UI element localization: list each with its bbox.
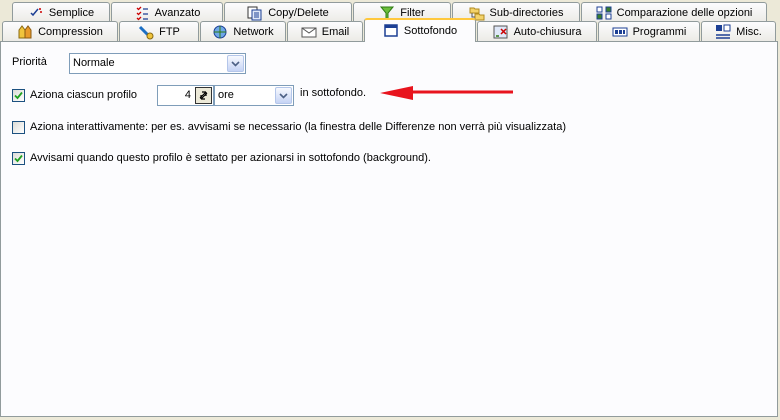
tab-label: Semplice bbox=[48, 6, 95, 19]
tab-network[interactable]: Network bbox=[200, 21, 286, 41]
tab-label: Misc. bbox=[736, 25, 762, 38]
auto-close-icon bbox=[493, 25, 508, 38]
notify-label: Avvisami quando questo profilo è settato… bbox=[30, 152, 431, 164]
run-each-label: Aziona ciascun profilo bbox=[30, 89, 138, 101]
tab-label: Sottofondo bbox=[403, 25, 458, 37]
tab-label: Network bbox=[233, 25, 274, 38]
tab-label: Filter bbox=[400, 6, 425, 19]
tab-label: FTP bbox=[159, 25, 180, 38]
tab-label: Sub-directories bbox=[489, 6, 564, 19]
tab-programmi[interactable]: Programmi bbox=[598, 21, 700, 41]
tab-label: Avanzato bbox=[154, 6, 201, 19]
checkmark-icon bbox=[14, 91, 23, 100]
tab-label: Email bbox=[321, 25, 350, 38]
priority-label: Priorità bbox=[12, 56, 47, 68]
tab-label: Compression bbox=[38, 25, 103, 38]
programs-icon bbox=[612, 27, 628, 36]
check-dots-icon bbox=[30, 7, 42, 16]
run-each-checkbox[interactable] bbox=[12, 89, 25, 102]
tab-auto-chiusura[interactable]: Auto-chiusura bbox=[477, 21, 597, 41]
interval-unit-select[interactable]: ore bbox=[214, 85, 294, 106]
priority-value: Normale bbox=[73, 57, 115, 69]
tab-comparazione-opzioni[interactable]: Comparazione delle opzioni bbox=[581, 2, 767, 22]
tab-compression[interactable]: Compression bbox=[2, 21, 118, 41]
priority-dropdown-button[interactable] bbox=[227, 55, 244, 72]
ftp-icon bbox=[139, 25, 154, 39]
tab-label: Programmi bbox=[632, 25, 687, 38]
sottofondo-panel: Priorità Normale Aziona ciascun profilo … bbox=[0, 41, 778, 417]
notify-checkbox[interactable] bbox=[12, 152, 25, 165]
interactive-label: Aziona interattivamente: per es. avvisam… bbox=[30, 121, 566, 133]
tab-ftp[interactable]: FTP bbox=[119, 21, 199, 41]
tab-copy-delete[interactable]: Copy/Delete bbox=[224, 2, 352, 22]
copy-delete-icon bbox=[247, 6, 262, 20]
tab-label: Auto-chiusura bbox=[513, 25, 582, 38]
run-each-suffix: in sottofondo. bbox=[300, 87, 367, 99]
tab-semplice[interactable]: Semplice bbox=[12, 2, 110, 22]
run-each-interval-input[interactable]: 4 bbox=[157, 85, 214, 106]
checkmark-icon bbox=[14, 154, 23, 163]
envelope-icon bbox=[301, 27, 317, 37]
interval-value: 4 bbox=[184, 89, 191, 101]
interval-unit-dropdown-button[interactable] bbox=[275, 87, 292, 104]
misc-icon bbox=[716, 24, 731, 39]
interval-spinner-button[interactable] bbox=[195, 87, 212, 104]
compare-icon bbox=[596, 6, 612, 19]
tab-misc[interactable]: Misc. bbox=[701, 21, 776, 41]
tab-sottofondo[interactable]: Sottofondo bbox=[364, 18, 476, 42]
spinner-arrows-icon bbox=[199, 91, 208, 100]
window-icon bbox=[384, 24, 398, 37]
tab-label: Comparazione delle opzioni bbox=[616, 6, 753, 19]
red-arrow-annotation bbox=[380, 86, 513, 100]
checklist-icon bbox=[136, 6, 148, 20]
network-icon bbox=[213, 25, 227, 38]
compression-icon bbox=[18, 24, 32, 38]
tab-label: Copy/Delete bbox=[268, 6, 329, 19]
tab-avanzato[interactable]: Avanzato bbox=[111, 2, 223, 22]
chevron-down-icon bbox=[231, 60, 240, 67]
interval-unit-value: ore bbox=[218, 89, 234, 101]
tab-email[interactable]: Email bbox=[287, 21, 363, 41]
priority-select[interactable]: Normale bbox=[69, 53, 246, 74]
interactive-checkbox[interactable] bbox=[12, 121, 25, 134]
chevron-down-icon bbox=[279, 92, 288, 99]
